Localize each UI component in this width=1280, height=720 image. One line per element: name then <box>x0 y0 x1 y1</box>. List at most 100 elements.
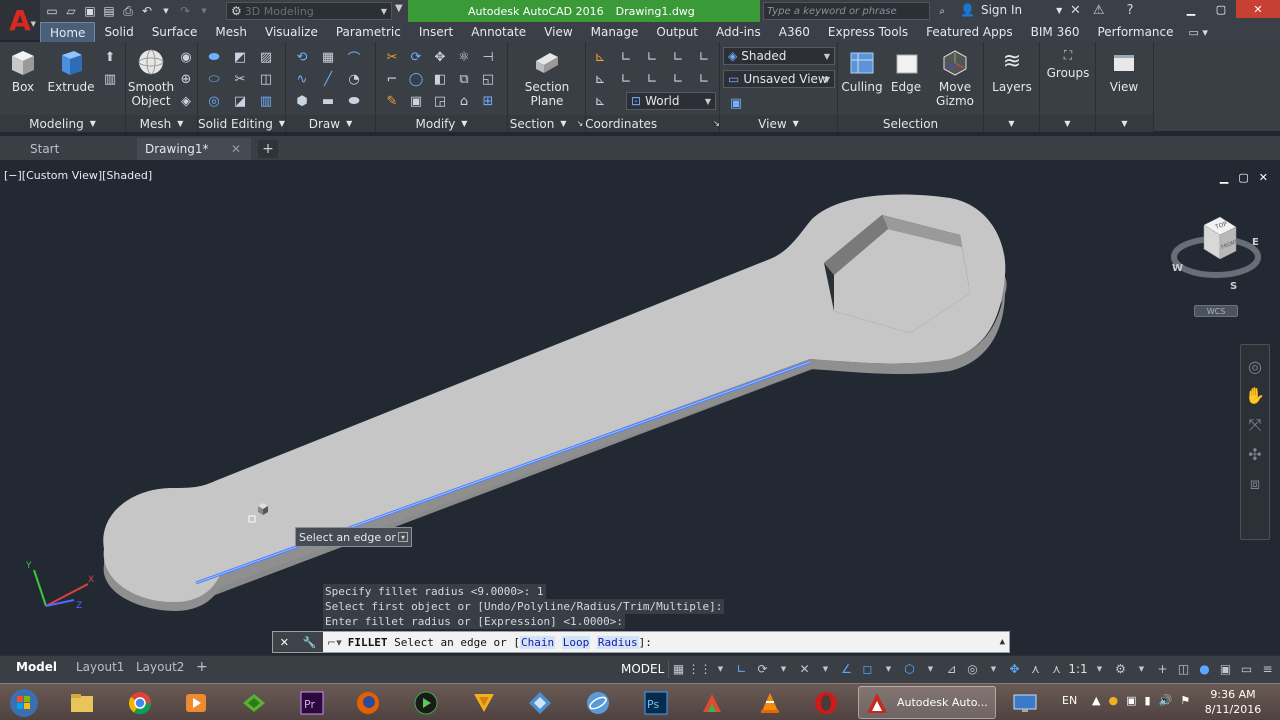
subtract-icon[interactable]: ⬭ <box>202 68 226 90</box>
tab-insert[interactable]: Insert <box>410 22 462 42</box>
grid-icon[interactable]: ▦ <box>668 660 689 678</box>
object-snap-icon[interactable]: ◻ <box>857 660 878 678</box>
copy-icon[interactable]: ⧉ <box>452 68 476 90</box>
redo-icon[interactable]: ↷ <box>177 3 193 19</box>
tray-app-icon[interactable]: ● <box>1108 694 1118 707</box>
rectangle-icon[interactable]: ▬ <box>316 90 340 112</box>
union-icon[interactable]: ⬬ <box>202 46 226 68</box>
screen-recorder-taskbar-icon[interactable] <box>402 687 450 718</box>
dropdown-icon[interactable]: ▼ <box>710 660 731 678</box>
wrench-model[interactable] <box>0 163 1280 655</box>
volume-icon[interactable]: 🔊 <box>1159 694 1173 707</box>
show-hidden-icons-icon[interactable]: ▲ <box>1092 694 1100 707</box>
gizmo-icon[interactable]: ✥ <box>1004 660 1025 678</box>
dropdown-icon[interactable]: ▼ <box>878 660 899 678</box>
binoculars-icon[interactable]: ⌕ <box>939 6 945 17</box>
ucs-dropdown[interactable]: ⊡ World ▼ <box>626 92 716 110</box>
vlc-taskbar-icon[interactable] <box>746 687 794 718</box>
stay-connected-icon[interactable]: ⚠ <box>1093 3 1105 18</box>
media-player-taskbar-icon[interactable] <box>172 687 220 718</box>
minimize-icon[interactable]: ▁ <box>1176 0 1206 18</box>
spline-icon[interactable]: ∿ <box>290 68 314 90</box>
trim-icon[interactable]: ✂ <box>380 46 404 68</box>
slice-icon[interactable]: ◩ <box>228 46 252 68</box>
panel-title[interactable]: Modeling ▼ <box>0 115 125 132</box>
application-menu-button[interactable]: A ▼ <box>0 0 40 40</box>
selection-filter-icon[interactable]: ◎ <box>962 660 983 678</box>
fillet-icon[interactable]: ⌐ <box>380 68 404 90</box>
mirror-icon[interactable]: ⊣ <box>476 46 500 68</box>
circle-icon[interactable]: ◔ <box>342 68 366 90</box>
device-icon[interactable]: ▣ <box>1126 694 1136 707</box>
culling-button[interactable]: Culling <box>840 46 884 94</box>
tab-home[interactable]: Home <box>40 22 96 42</box>
panel-title[interactable]: Draw ▼ <box>286 115 375 132</box>
presspull-icon[interactable]: ⬆ <box>98 46 122 68</box>
tab-add-ins[interactable]: Add-ins <box>707 22 770 42</box>
tab-solid[interactable]: Solid <box>95 22 142 42</box>
mesh-smooth-more-icon[interactable]: ◉ <box>174 46 198 68</box>
ellipse-icon[interactable]: ⬬ <box>342 90 366 112</box>
dropdown-arrow-icon[interactable]: ▾ <box>398 532 408 542</box>
tab-a360[interactable]: A360 <box>770 22 819 42</box>
tab-mesh[interactable]: Mesh <box>206 22 256 42</box>
stretch-icon[interactable]: ◲ <box>428 90 452 112</box>
3d-osnap-icon[interactable]: ⬡ <box>899 660 920 678</box>
arc-icon[interactable]: ⌒ <box>342 46 366 68</box>
tab-visualize[interactable]: Visualize <box>256 22 327 42</box>
tab-express-tools[interactable]: Express Tools <box>819 22 917 42</box>
rotate-icon[interactable]: ⟳ <box>404 46 428 68</box>
fillet-command-icon[interactable]: ⌐▾ <box>327 636 342 649</box>
box-button[interactable]: Box <box>4 46 42 94</box>
section-plane-button[interactable]: Section Plane <box>518 46 576 108</box>
extrude-button[interactable]: Extrude <box>48 46 94 94</box>
scale-icon[interactable]: ◱ <box>476 68 500 90</box>
new-tab-button[interactable]: + <box>258 140 278 158</box>
ucs-object-icon[interactable]: ∟ <box>640 68 664 90</box>
option-radius[interactable]: Radius <box>596 635 639 649</box>
start-button[interactable] <box>6 686 42 719</box>
auto-scale-icon[interactable]: ⋏ <box>1046 660 1067 678</box>
zoom-extents-icon[interactable]: ⤧ <box>1249 415 1262 435</box>
chrome-taskbar-icon[interactable] <box>116 687 164 718</box>
dropdown-icon[interactable]: ▼ <box>1131 660 1152 678</box>
ucs-face-icon[interactable]: ∟ <box>666 68 690 90</box>
explorer-taskbar-icon[interactable] <box>58 687 106 718</box>
ucs-y-icon[interactable]: ∟ <box>666 46 690 68</box>
line-icon[interactable]: ╱ <box>316 68 340 90</box>
ucs-world-icon[interactable]: ∟ <box>614 46 638 68</box>
option-loop[interactable]: Loop <box>561 635 591 649</box>
undo-dropdown-icon[interactable]: ▼ <box>158 3 174 19</box>
system-clock[interactable]: 9:36 AM 8/11/2016 <box>1198 687 1268 717</box>
close-icon[interactable]: ✕ <box>1236 0 1280 18</box>
named-view-dropdown[interactable]: ▭ Unsaved View ▼ <box>723 70 835 88</box>
interfere-icon[interactable]: ✂ <box>228 68 252 90</box>
move-gizmo-button[interactable]: Move Gizmo <box>932 46 978 108</box>
smooth-object-button[interactable]: Smooth Object <box>128 46 174 108</box>
erase-icon[interactable]: ✎ <box>380 90 404 112</box>
revit-taskbar-icon[interactable] <box>516 687 564 718</box>
dropdown-icon[interactable]: ▼ <box>1089 660 1110 678</box>
separate-icon[interactable]: ▥ <box>254 90 278 112</box>
graphics-performance-icon[interactable]: ▣ <box>1215 660 1236 678</box>
ucs-icon[interactable]: ⊾ <box>588 46 612 68</box>
command-line[interactable]: ✕ 🔧 ⌐▾ FILLET Select an edge or [ Chain … <box>272 631 1010 653</box>
rectangular-array-icon[interactable]: ⊞ <box>476 90 500 112</box>
sign-in-button[interactable]: 👤 Sign In ▼ <box>960 3 1062 17</box>
polygon-icon[interactable]: ⬢ <box>290 90 314 112</box>
snap-icon[interactable]: ⋮⋮ <box>688 660 712 678</box>
restore-icon[interactable]: ▢ <box>1206 0 1236 18</box>
vectorworks-taskbar-icon[interactable] <box>460 687 508 718</box>
wrench-icon[interactable]: 🔧 <box>303 636 317 649</box>
annotation-scale[interactable]: 1:1 <box>1067 660 1089 678</box>
option-chain[interactable]: Chain <box>519 635 556 649</box>
array-icon[interactable]: ▣ <box>404 90 428 112</box>
exchange-apps-icon[interactable]: ✕ <box>1070 3 1081 18</box>
layout-tab-layout1[interactable]: Layout1 <box>76 658 124 676</box>
ucs-3point-icon[interactable]: ∟ <box>692 68 716 90</box>
search-input[interactable]: Type a keyword or phrase ⌕ <box>763 2 945 20</box>
explode-icon[interactable]: ⌂ <box>452 90 476 112</box>
opera-taskbar-icon[interactable] <box>802 687 850 718</box>
steering-wheel-icon[interactable]: ◎ <box>1248 357 1262 376</box>
annotation-visibility-icon[interactable]: ⋏ <box>1025 660 1046 678</box>
